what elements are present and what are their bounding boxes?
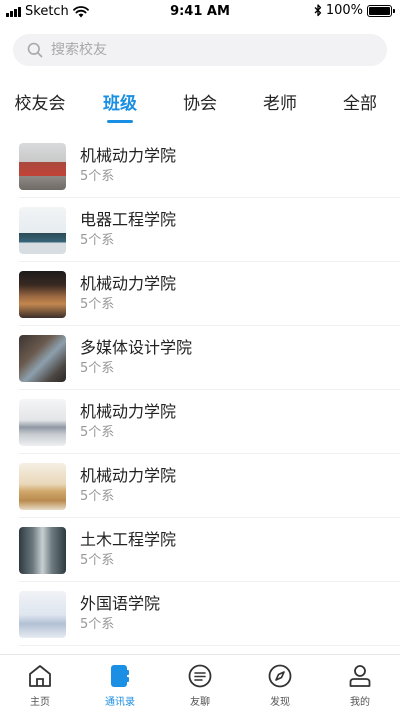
battery-percent: 100%	[325, 3, 363, 18]
department-count: 5个系	[80, 297, 115, 312]
search-icon	[27, 42, 43, 58]
tabbar-label: 友聊	[190, 697, 210, 708]
tab-all[interactable]: 全部	[320, 86, 400, 126]
department-count: 5个系	[80, 361, 115, 376]
college-name: 机械动力学院	[80, 274, 177, 293]
college-list: 机械动力学院 5个系 电器工程学院 5个系 机械动力学院 5个系 多媒体设计学院…	[0, 134, 400, 646]
college-name: 电器工程学院	[80, 210, 177, 229]
bottom-tab-bar: 主页 通讯录 友聊 发现 我的	[0, 654, 400, 710]
college-name: 土木工程学院	[80, 530, 177, 549]
college-thumbnail	[19, 462, 66, 510]
tab-teacher[interactable]: 老师	[240, 86, 320, 126]
compass-icon	[266, 662, 294, 690]
list-item[interactable]: 机械动力学院 5个系	[0, 262, 400, 326]
department-count: 5个系	[80, 233, 115, 248]
user-icon	[346, 662, 374, 690]
tabbar-chat[interactable]: 友聊	[160, 655, 240, 710]
list-item[interactable]: 土木工程学院 5个系	[0, 518, 400, 582]
tabbar-label: 我的	[350, 697, 370, 708]
college-thumbnail	[19, 142, 66, 190]
department-count: 5个系	[80, 617, 115, 632]
status-right: 100%	[314, 3, 395, 18]
college-thumbnail	[19, 526, 66, 574]
tab-alumni-association[interactable]: 校友会	[0, 86, 80, 126]
list-item[interactable]: 外国语学院 5个系	[0, 582, 400, 646]
college-thumbnail	[19, 398, 66, 446]
college-name: 机械动力学院	[80, 146, 177, 165]
search-input[interactable]	[51, 42, 351, 58]
tabbar-label: 主页	[30, 697, 50, 708]
tabbar-label: 发现	[270, 697, 290, 708]
college-thumbnail	[19, 270, 66, 318]
list-item[interactable]: 多媒体设计学院 5个系	[0, 326, 400, 390]
college-thumbnail	[19, 334, 66, 382]
bluetooth-icon	[314, 4, 321, 17]
list-item[interactable]: 电器工程学院 5个系	[0, 198, 400, 262]
department-count: 5个系	[80, 489, 115, 504]
department-count: 5个系	[80, 425, 115, 440]
college-thumbnail	[19, 206, 66, 254]
tabbar-contacts[interactable]: 通讯录	[80, 655, 160, 710]
tabbar-label: 通讯录	[105, 697, 135, 708]
department-count: 5个系	[80, 169, 115, 184]
list-item[interactable]: 机械动力学院 5个系	[0, 134, 400, 198]
contacts-book-icon	[106, 662, 134, 690]
home-icon	[26, 662, 54, 690]
college-name: 机械动力学院	[80, 402, 177, 421]
college-thumbnail	[19, 590, 66, 638]
college-name: 外国语学院	[80, 594, 161, 613]
college-name: 机械动力学院	[80, 466, 177, 485]
tab-class[interactable]: 班级	[80, 86, 160, 126]
category-tabs: 校友会 班级 协会 老师 全部	[0, 86, 400, 126]
tabbar-home[interactable]: 主页	[0, 655, 80, 710]
status-bar: Sketch 9:41 AM 100%	[0, 0, 400, 24]
search-bar[interactable]	[13, 34, 387, 66]
battery-icon	[367, 4, 395, 17]
list-item[interactable]: 机械动力学院 5个系	[0, 454, 400, 518]
list-item[interactable]: 机械动力学院 5个系	[0, 390, 400, 454]
tabbar-discover[interactable]: 发现	[240, 655, 320, 710]
college-name: 多媒体设计学院	[80, 338, 193, 357]
chat-icon	[186, 662, 214, 690]
tabbar-profile[interactable]: 我的	[320, 655, 400, 710]
department-count: 5个系	[80, 553, 115, 568]
tab-society[interactable]: 协会	[160, 86, 240, 126]
